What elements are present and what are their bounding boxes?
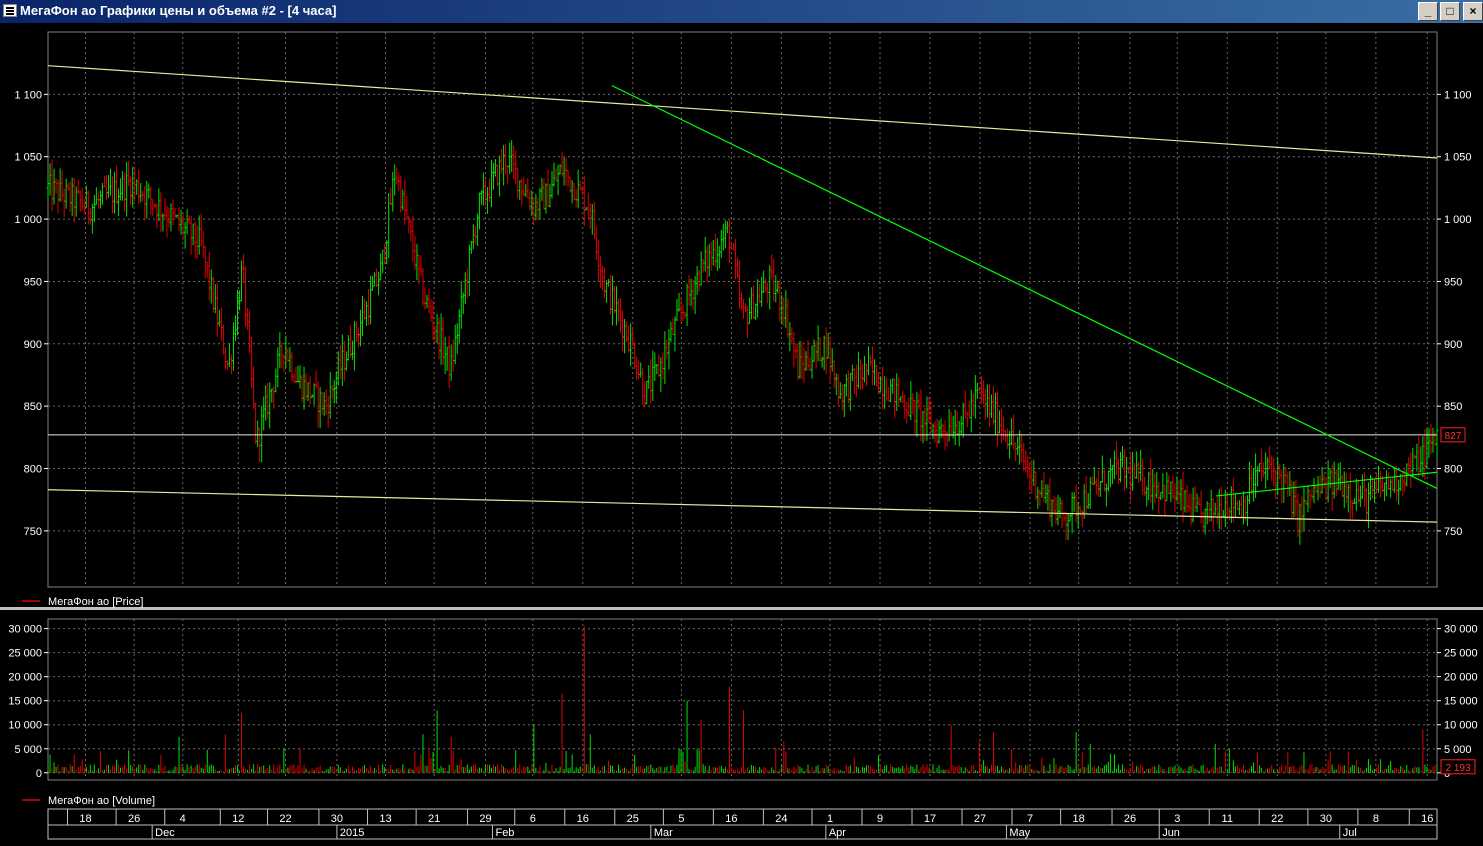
volume-tick-label-right: 20 000 xyxy=(1444,672,1478,684)
day-label: 9 xyxy=(877,813,883,825)
app-chart-icon xyxy=(3,4,17,17)
day-label: 30 xyxy=(331,813,343,825)
volume-tick-label-left: 5 000 xyxy=(14,744,42,756)
volume-tick-label-right: 15 000 xyxy=(1444,696,1478,708)
volume-tick-label-left: 30 000 xyxy=(8,624,42,636)
price-tick-label-left: 800 xyxy=(24,464,42,476)
day-label: 6 xyxy=(530,813,536,825)
price-tick-label-left: 900 xyxy=(24,339,42,351)
day-label: 8 xyxy=(1373,813,1379,825)
price-tick-label-right: 850 xyxy=(1444,401,1462,413)
day-label: 18 xyxy=(79,813,91,825)
volume-tick-label-left: 25 000 xyxy=(8,648,42,660)
day-label: 1 xyxy=(827,813,833,825)
day-label: 7 xyxy=(1027,813,1033,825)
panel-separator xyxy=(0,607,1483,610)
day-label: 22 xyxy=(279,813,291,825)
volume-tick-label-left: 0 xyxy=(36,768,42,780)
month-label: Feb xyxy=(495,827,514,839)
day-label: 12 xyxy=(232,813,244,825)
day-label: 22 xyxy=(1271,813,1283,825)
price-volume-chart[interactable]: 750 750800 800850 850900 900950 9501 000 1 000… xyxy=(0,23,1483,841)
window-titlebar[interactable]: МегаФон ао Графики цены и объема #2 - [4… xyxy=(0,0,1483,23)
volume-tick-label-left: 20 000 xyxy=(8,672,42,684)
volume-tick-label-right: 25 000 xyxy=(1444,648,1478,660)
price-tick-label-right: 900 xyxy=(1444,339,1462,351)
day-label: 16 xyxy=(725,813,737,825)
minimize-button[interactable]: _ xyxy=(1418,2,1438,21)
price-tick-label-left: 850 xyxy=(24,401,42,413)
price-legend-label: МегаФон ао [Price] xyxy=(48,596,143,608)
day-label: 29 xyxy=(479,813,491,825)
price-tick-label-right: 1 100 xyxy=(1444,89,1472,101)
price-tick-label-left: 750 xyxy=(24,526,42,538)
day-label: 16 xyxy=(577,813,589,825)
day-label: 18 xyxy=(1073,813,1085,825)
month-label: Jun xyxy=(1162,827,1180,839)
price-tick-label-left: 1 050 xyxy=(14,152,42,164)
volume-tick-label-left: 10 000 xyxy=(8,720,42,732)
day-label: 4 xyxy=(180,813,186,825)
month-axis xyxy=(47,824,1438,840)
day-label: 11 xyxy=(1222,813,1233,825)
day-label: 26 xyxy=(128,813,140,825)
day-label: 3 xyxy=(1174,813,1180,825)
price-tick-label-right: 1 000 xyxy=(1444,214,1472,226)
price-tick-label-right: 950 xyxy=(1444,276,1462,288)
month-label: Dec xyxy=(155,827,175,839)
volume-tick-label-right: 10 000 xyxy=(1444,720,1478,732)
price-tick-label-right: 750 xyxy=(1444,526,1462,538)
volume-legend-label: МегаФон ао [Volume] xyxy=(48,795,155,807)
window-title: МегаФон ао Графики цены и объема #2 - [4… xyxy=(20,3,337,18)
volume-panel-frame xyxy=(47,618,1438,781)
close-button[interactable]: × xyxy=(1463,2,1483,21)
day-label: 16 xyxy=(1421,813,1433,825)
chart-area: 750 750 800 800 850 850 900 900 950 950 1 000 1 000… xyxy=(0,23,1483,841)
day-label: 26 xyxy=(1124,813,1136,825)
day-label: 17 xyxy=(924,813,936,825)
maximize-button[interactable]: □ xyxy=(1440,2,1460,21)
volume-tick-label-right: 5 000 xyxy=(1444,744,1472,756)
day-label: 27 xyxy=(974,813,986,825)
price-tick-label-left: 1 100 xyxy=(14,89,42,101)
day-label: 13 xyxy=(379,813,391,825)
last-price-label: 827 xyxy=(1445,431,1462,442)
volume-tick-label-right: 30 000 xyxy=(1444,624,1478,636)
price-tick-label-right: 1 050 xyxy=(1444,152,1472,164)
day-label: 21 xyxy=(428,813,440,825)
last-volume-label: 2 193 xyxy=(1445,763,1470,774)
month-label: Jul xyxy=(1343,827,1357,839)
day-label: 25 xyxy=(627,813,639,825)
price-panel-frame xyxy=(47,31,1438,588)
volume-tick-label-left: 15 000 xyxy=(8,696,42,708)
price-tick-label-left: 1 000 xyxy=(14,214,42,226)
month-label: May xyxy=(1009,827,1030,839)
month-label: Apr xyxy=(829,827,846,839)
price-tick-label-right: 800 xyxy=(1444,464,1462,476)
month-label: 2015 xyxy=(340,827,364,839)
day-label: 24 xyxy=(775,813,787,825)
day-label: 30 xyxy=(1320,813,1332,825)
price-tick-label-left: 950 xyxy=(24,276,42,288)
day-label: 5 xyxy=(678,813,684,825)
month-label: Mar xyxy=(654,827,673,839)
